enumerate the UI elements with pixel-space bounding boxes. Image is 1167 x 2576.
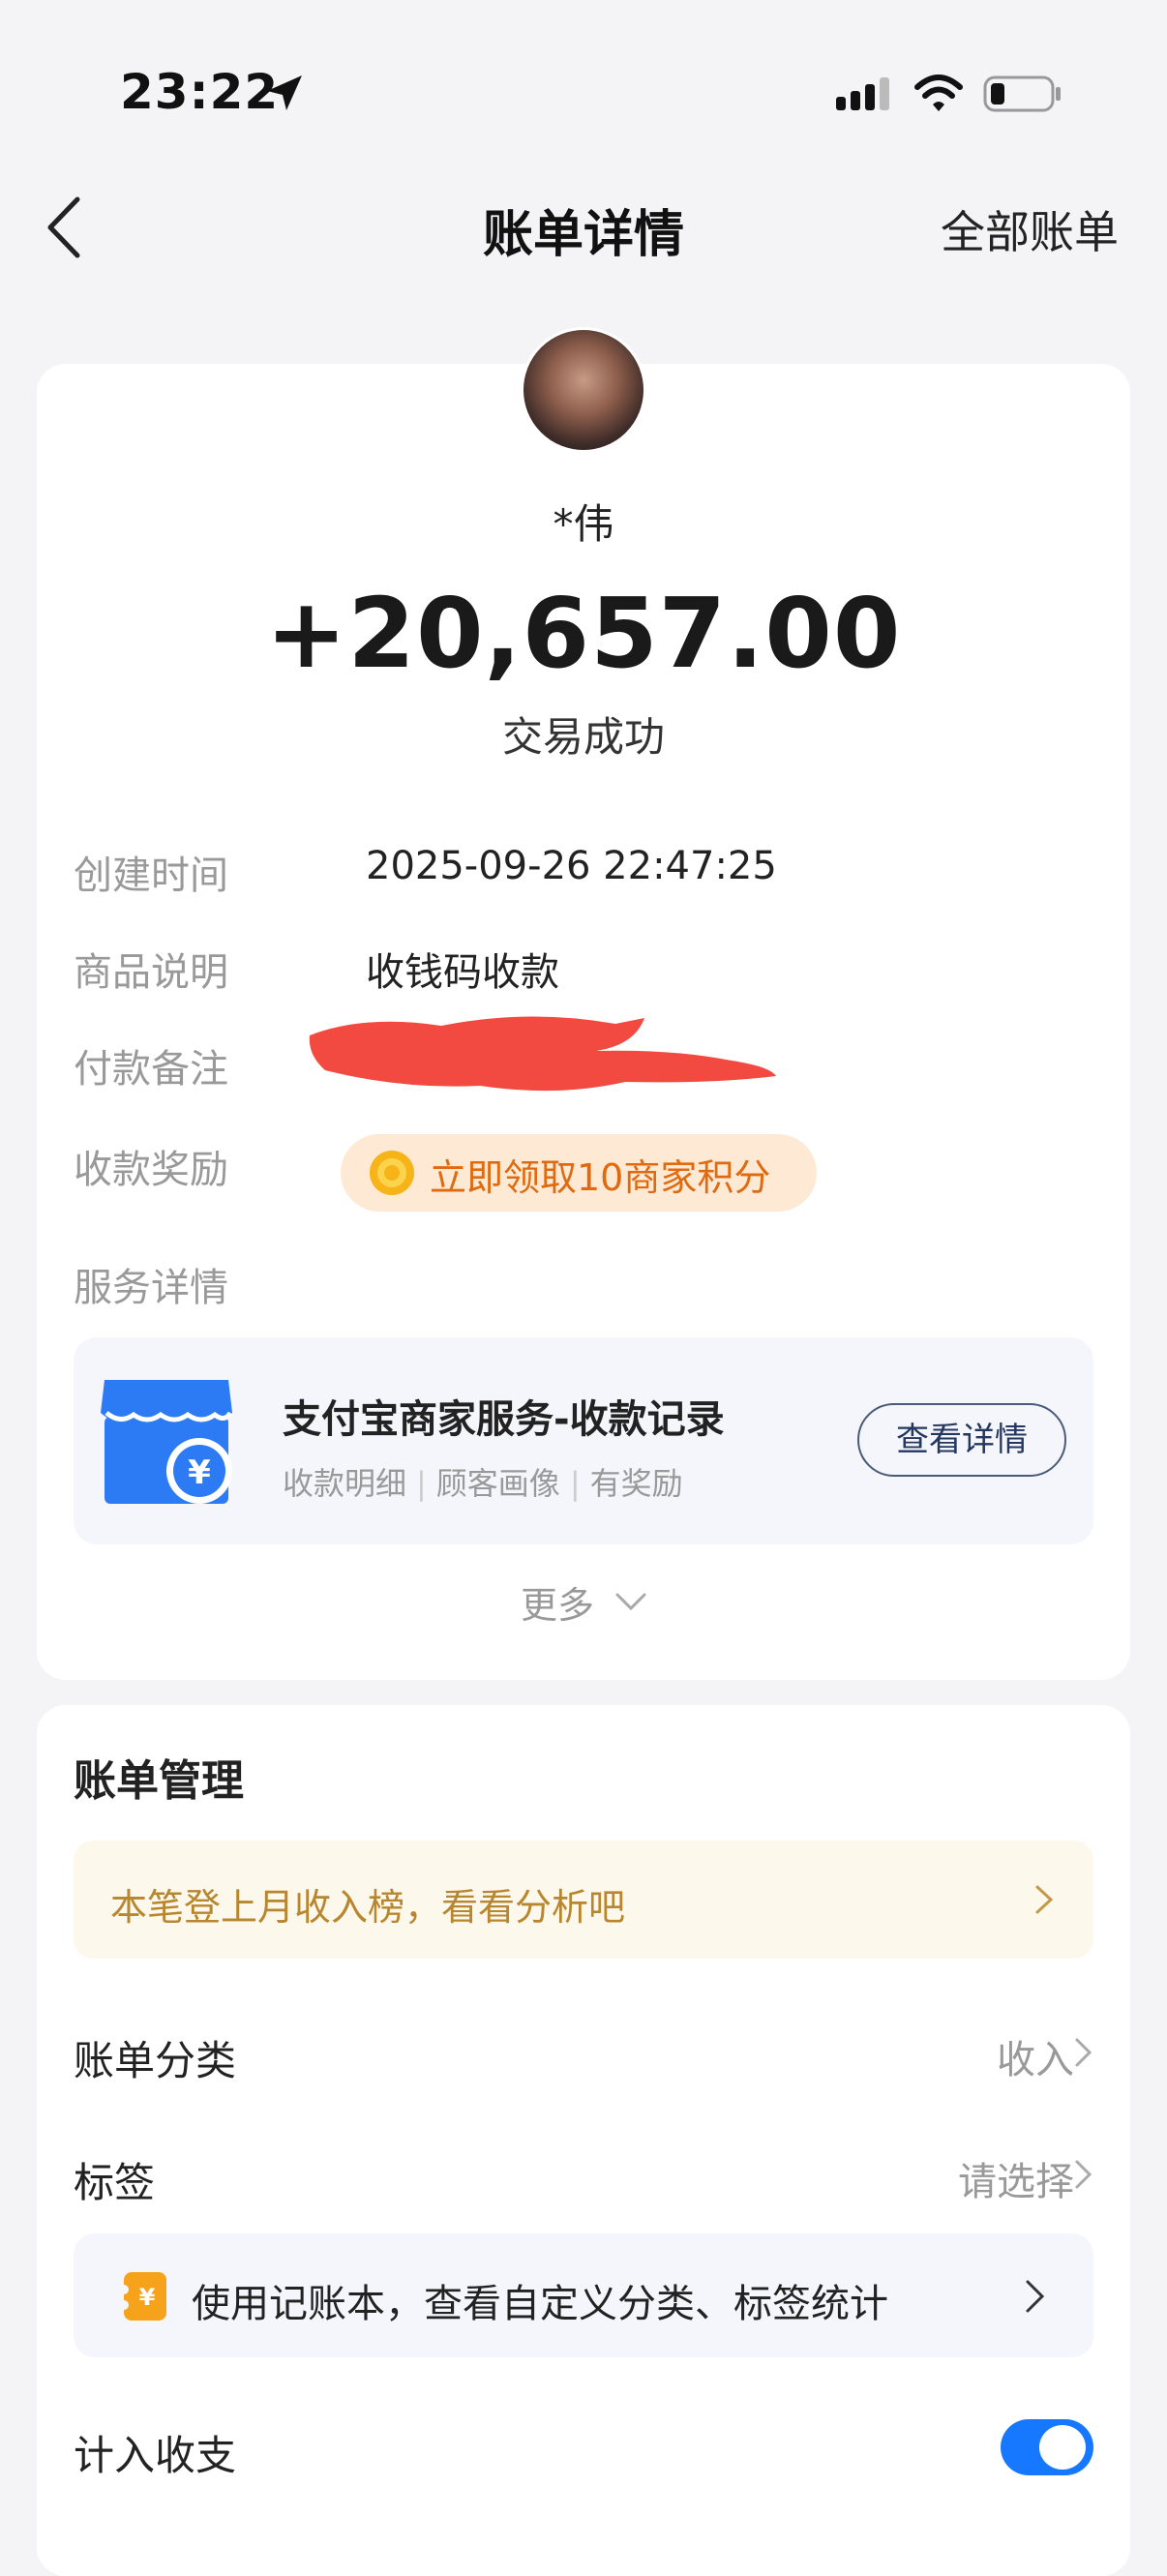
service-tag: 顾客画像 [435,1465,560,1502]
ledger-book-icon: ¥ [122,2272,166,2321]
svg-text:¥: ¥ [139,2284,156,2311]
service-tag: 收款明细 [283,1465,407,1502]
category-label[interactable]: 账单分类 [74,2028,236,2087]
created-time-value: 2025-09-26 22:47:25 [366,844,777,888]
product-value: 收钱码收款 [366,950,559,995]
reward-text[interactable]: 立即领取10商家积分 [430,1148,770,1201]
remark-label: 付款备注 [74,1047,228,1092]
svg-text:¥: ¥ [188,1453,211,1492]
transaction-amount: +20,657.00 [265,577,902,690]
redaction-scribble [309,1016,776,1092]
merchant-shop-icon: ¥ [101,1380,233,1504]
tag-value[interactable]: 请选择 [958,2150,1074,2206]
view-details-button[interactable]: 查看详情 [857,1403,1066,1477]
product-label: 商品说明 [74,950,228,995]
all-bills-link[interactable]: 全部账单 [941,197,1119,261]
avatar [521,327,646,453]
coin-icon [370,1151,414,1195]
payer-name: *伟 [553,500,614,548]
chevron-right-icon [1075,2160,1092,2189]
status-time: 23:22 [120,64,280,120]
toggle-knob [1039,2425,1086,2470]
management-title: 账单管理 [74,1756,244,1806]
service-tags: 收款明细 | 顾客画像 | 有奖励 [283,1465,683,1502]
count-label: 计入收支 [74,2432,237,2479]
service-tag: 有奖励 [589,1465,683,1502]
banner-text[interactable]: 本笔登上月收入榜，看看分析吧 [110,1877,625,1931]
signal-icon [836,77,889,110]
tag-label[interactable]: 标签 [74,2150,155,2209]
battery-icon [983,75,1061,112]
ledger-text[interactable]: 使用记账本，查看自定义分类、标签统计 [192,2272,888,2328]
service-label: 服务详情 [74,1266,228,1310]
wifi-icon [914,75,963,111]
chevron-down-icon [615,1593,646,1611]
location-arrow-icon [267,75,302,110]
chevron-right-icon [1035,1885,1054,1914]
service-title: 支付宝商家服务-收款记录 [283,1397,725,1442]
chevron-right-icon [1026,2280,1045,2313]
transaction-status: 交易成功 [501,713,665,761]
created-time-label: 创建时间 [74,854,228,898]
category-value[interactable]: 收入 [997,2028,1074,2084]
chevron-right-icon [1075,2038,1092,2067]
more-toggle[interactable]: 更多 [521,1575,594,1629]
reward-label: 收款奖励 [74,1148,228,1192]
